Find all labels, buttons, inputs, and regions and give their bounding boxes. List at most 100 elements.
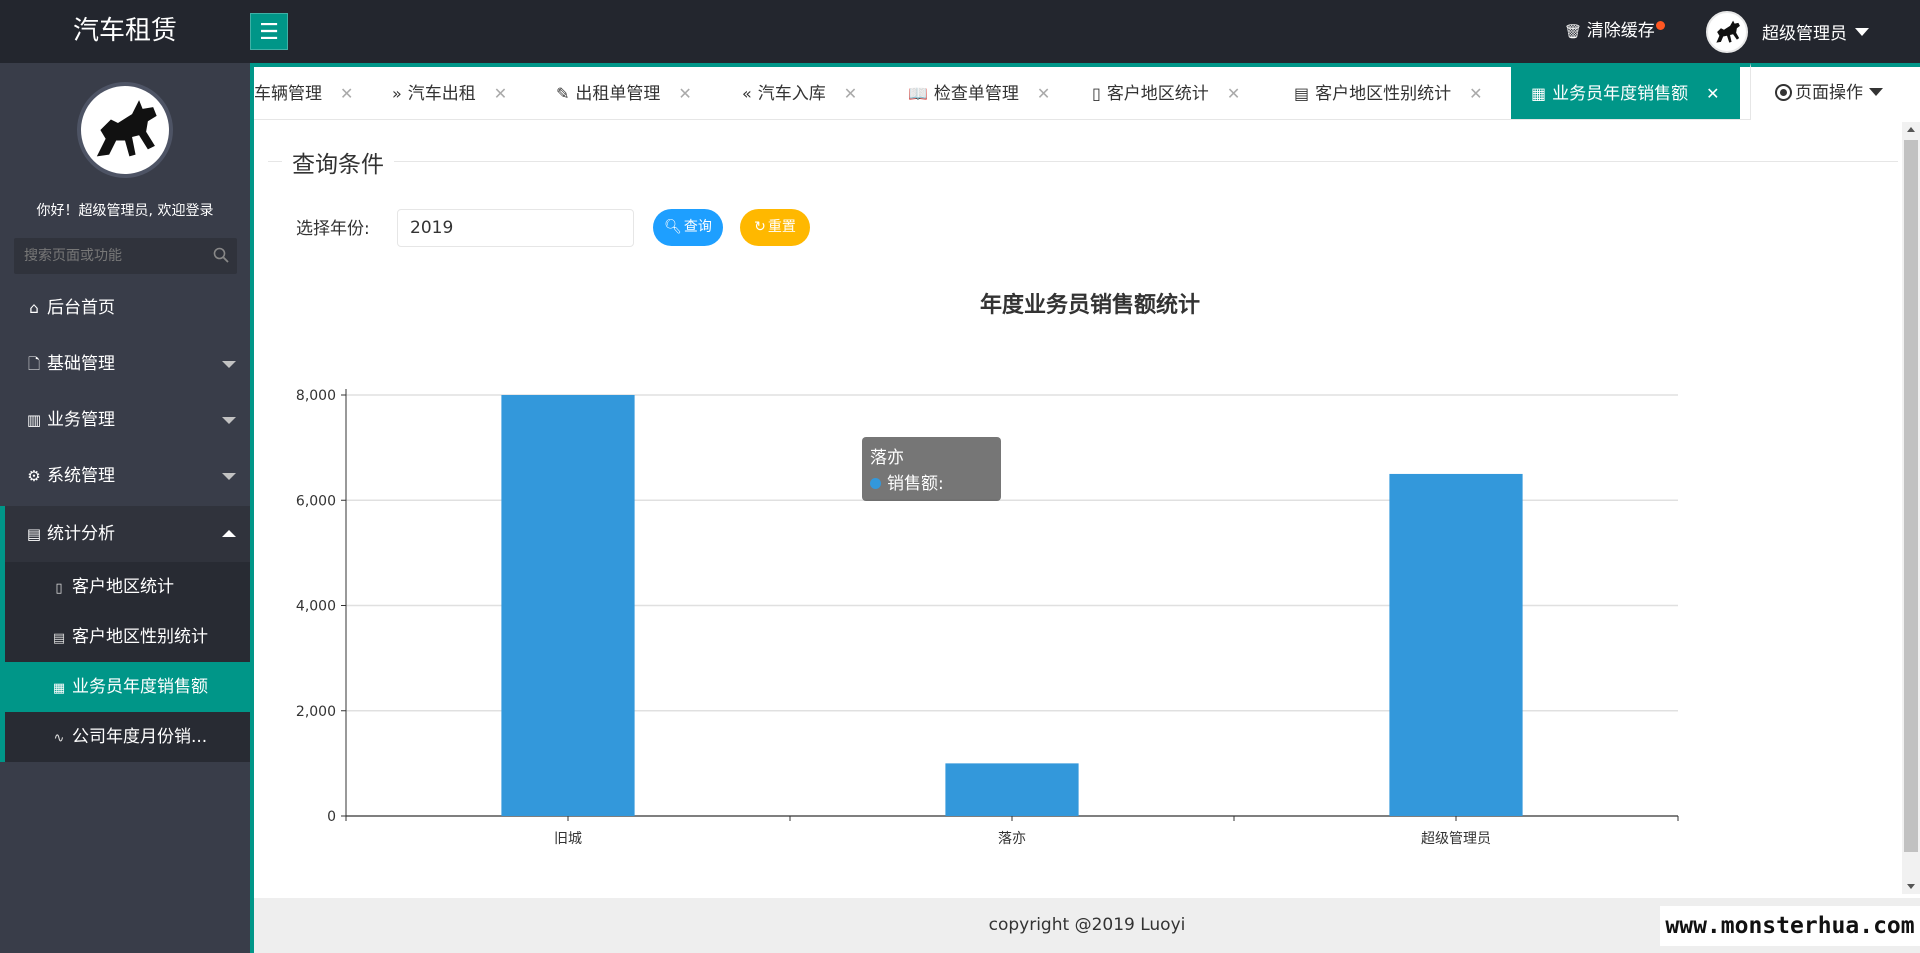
page-operations-label: 页面操作 [1795, 83, 1863, 103]
fieldset-border [268, 161, 1898, 162]
table-icon: ▦ [1531, 84, 1547, 103]
chevron-down-icon [1855, 27, 1869, 36]
query-button-label: 查询 [683, 219, 712, 235]
reset-button[interactable]: ↻ 重置 [740, 209, 810, 246]
search-input[interactable] [14, 238, 237, 274]
close-icon[interactable]: ✕ [1469, 84, 1482, 103]
chevron-down-icon [222, 473, 236, 480]
chevron-down-icon [1869, 88, 1883, 96]
tab-label: 车辆管理 [254, 84, 322, 104]
scroll-thumb[interactable] [1904, 140, 1918, 852]
x-tick-label: 旧城 [554, 831, 582, 847]
app-logo-title[interactable]: 汽车租赁 [0, 0, 250, 63]
y-tick-label: 4,000 [296, 599, 336, 615]
close-icon[interactable]: ✕ [678, 84, 691, 103]
sidebar-subitem-label: 客户地区统计 [72, 577, 174, 597]
tab-label: 出租单管理 [575, 84, 661, 104]
tab-inspection[interactable]: 📖 检查单管理 ✕ [908, 67, 1050, 119]
close-icon[interactable]: ✕ [1037, 84, 1050, 103]
gear-icon: ⚙ [27, 467, 41, 485]
scroll-up-icon[interactable] [1907, 127, 1915, 132]
series-dot-icon [870, 478, 881, 489]
menu-toggle-button[interactable]: ☰ [250, 13, 288, 50]
x-tick-label: 落亦 [998, 831, 1026, 847]
tab-region-stats[interactable]: ▯ 客户地区统计 ✕ [1092, 67, 1240, 119]
close-icon[interactable]: ✕ [1706, 84, 1719, 103]
reset-button-label: 重置 [767, 219, 796, 235]
chevron-down-icon [222, 417, 236, 424]
y-tick-label: 6,000 [296, 493, 336, 509]
sidebar-subitem-label: 业务员年度销售额 [72, 677, 208, 697]
horse-logo-icon [1716, 20, 1740, 43]
sidebar-subitem-monthly[interactable]: ∿ 公司年度月份销... [0, 712, 250, 762]
tab-car-rental[interactable]: » 汽车出租 ✕ [392, 67, 507, 119]
profile-avatar [77, 82, 173, 178]
sidebar-item-basic[interactable]: 🗋 基础管理 [0, 336, 250, 392]
bar [945, 763, 1079, 816]
notification-dot [1655, 21, 1665, 30]
sidebar-item-statistics[interactable]: ▤ 统计分析 [0, 506, 250, 562]
tab-rental-orders[interactable]: ✎ 出租单管理 ✕ [556, 67, 692, 119]
sidebar-item-label: 系统管理 [47, 466, 115, 486]
sidebar-subitem-region[interactable]: ▯ 客户地区统计 [0, 562, 250, 612]
chevron-down-icon [222, 361, 236, 368]
chart-tooltip: 落亦 销售额: 1,000 [862, 437, 1001, 520]
target-icon [1775, 84, 1792, 101]
chart-icon: ▤ [1294, 84, 1310, 103]
book-icon: ▥ [26, 411, 42, 429]
year-input[interactable] [397, 209, 634, 247]
x-tick-label: 超级管理员 [1421, 831, 1491, 847]
edit-doc-icon: ✎ [556, 84, 570, 103]
chart-icon: ▤ [26, 525, 42, 543]
tab-vehicle-management[interactable]: 车辆管理 ✕ [254, 67, 353, 119]
welcome-text: 你好！超级管理员, 欢迎登录 [36, 203, 214, 219]
tab-car-return[interactable]: « 汽车入库 ✕ [742, 67, 857, 119]
tab-salesman-annual-sales[interactable]: ▦ 业务员年度销售额 ✕ [1511, 67, 1740, 119]
sidebar-item-label: 基础管理 [47, 354, 115, 374]
y-tick-label: 2,000 [296, 704, 336, 720]
sidebar-item-system[interactable]: ⚙ 系统管理 [0, 448, 250, 504]
query-button[interactable]: 🔍︎ 查询 [653, 209, 723, 246]
sidebar: 你好！超级管理员, 欢迎登录 ⌂ 后台首页 🗋 基础管理 ▥ 业务管理 ⚙ 系统管理 ▤… [0, 63, 250, 953]
clipboard-icon: ▯ [55, 581, 63, 596]
bar [501, 395, 635, 816]
chart-title: 年度业务员销售额统计 [980, 292, 1200, 318]
tab-label: 客户地区性别统计 [1315, 84, 1452, 104]
sidebar-subitem-region-gender[interactable]: ▤ 客户地区性别统计 [0, 612, 250, 662]
tab-label: 汽车出租 [407, 84, 476, 104]
clear-cache-button[interactable]: 🗑 清除缓存 [1564, 0, 1665, 63]
sidebar-submenu: ▯ 客户地区统计 ▤ 客户地区性别统计 ▦ 业务员年度销售额 ∿ 公司年度月份销... [0, 562, 250, 762]
scroll-down-icon[interactable] [1907, 884, 1915, 889]
query-legend: 查询条件 [282, 145, 394, 179]
tab-label: 汽车入库 [757, 84, 826, 104]
sidebar-item-label: 统计分析 [47, 524, 115, 544]
horse-logo-icon [96, 100, 157, 157]
top-header: 汽车租赁 ☰ 🗑 清除缓存 超级管理员 [0, 0, 1920, 63]
sidebar-item-business[interactable]: ▥ 业务管理 [0, 392, 250, 448]
active-indicator [0, 506, 5, 562]
page-operations-menu[interactable]: 页面操作 [1750, 63, 1920, 120]
sidebar-subitem-sales[interactable]: ▦ 业务员年度销售额 [0, 662, 250, 712]
vertical-scrollbar[interactable] [1902, 122, 1920, 894]
tab-region-gender-stats[interactable]: ▤ 客户地区性别统计 ✕ [1294, 67, 1483, 119]
close-icon[interactable]: ✕ [1227, 84, 1240, 103]
y-tick-label: 0 [327, 809, 336, 825]
avatar [1706, 10, 1748, 53]
clipboard-icon: ▯ [1092, 84, 1101, 103]
user-name: 超级管理员 [1762, 24, 1847, 44]
close-icon[interactable]: ✕ [494, 84, 507, 103]
chevron-up-icon [222, 530, 236, 537]
search-icon[interactable] [213, 247, 229, 263]
refresh-icon: ↻ [754, 219, 766, 235]
sidebar-subitem-label: 客户地区性别统计 [72, 627, 208, 647]
user-menu[interactable]: 超级管理员 [1706, 0, 1869, 63]
tooltip-value: 销售额: 1,000 [870, 474, 944, 520]
close-icon[interactable]: ✕ [340, 84, 353, 103]
home-icon: ⌂ [29, 299, 39, 317]
double-chevron-right-icon: » [392, 84, 402, 103]
chart-icon: ▤ [52, 631, 66, 646]
sidebar-item-home[interactable]: ⌂ 后台首页 [0, 280, 250, 336]
double-chevron-left-icon: « [742, 84, 752, 103]
close-icon[interactable]: ✕ [844, 84, 857, 103]
hamburger-icon: ☰ [259, 20, 279, 45]
